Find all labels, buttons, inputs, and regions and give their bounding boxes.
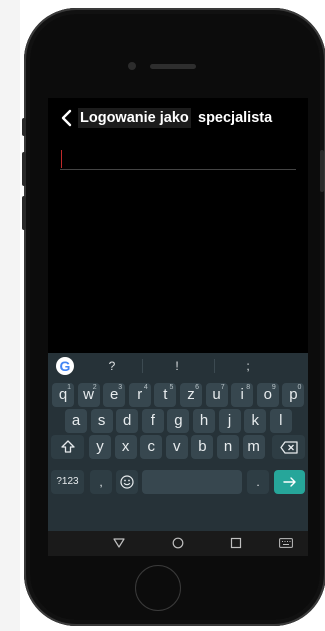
backspace-icon — [279, 441, 298, 454]
key-label: p — [289, 386, 298, 403]
shift-icon — [60, 440, 75, 453]
key-g[interactable]: g — [167, 409, 190, 433]
key-l[interactable]: l — [269, 409, 292, 433]
key-y[interactable]: y — [89, 435, 111, 459]
key-hint: 9 — [271, 384, 276, 391]
key-hint: 4 — [143, 384, 148, 391]
key-m[interactable]: m — [242, 435, 265, 459]
key-k[interactable]: k — [244, 409, 267, 433]
chevron-left-icon[interactable] — [60, 109, 74, 127]
suggestion-divider — [214, 359, 215, 373]
login-input-field[interactable] — [60, 169, 296, 170]
key-n[interactable]: n — [217, 435, 239, 459]
key-hint: 5 — [169, 384, 174, 391]
page-title-rest: specjalista — [198, 110, 273, 126]
key-label: u — [212, 386, 221, 403]
suggestion-item[interactable]: ? — [92, 357, 132, 375]
comma-key[interactable]: , — [90, 470, 112, 494]
text-cursor — [61, 150, 62, 168]
key-hint: 8 — [246, 384, 251, 391]
key-h[interactable]: h — [193, 409, 215, 433]
key-o[interactable]: o9 — [256, 383, 279, 407]
key-label: o — [263, 386, 272, 403]
key-x[interactable]: x — [114, 435, 137, 459]
key-r[interactable]: r4 — [128, 383, 151, 407]
suggestion-item[interactable]: ; — [228, 357, 268, 375]
suggestion-bar: G ? ! ; — [48, 353, 308, 379]
nav-back-triangle-icon[interactable] — [111, 535, 127, 551]
soft-keyboard: G ? ! ; ?123 , . q 1 w 2 e 3 r 4 t 5 z 6… — [48, 353, 308, 556]
key-hint: 6 — [195, 384, 199, 391]
emoji-key[interactable] — [116, 470, 138, 494]
key-t[interactable]: t5 — [154, 383, 177, 407]
keyboard-switch-icon[interactable] — [278, 535, 294, 551]
phone-power-button — [320, 150, 324, 192]
phone-mute-switch — [22, 118, 26, 136]
enter-key[interactable] — [274, 470, 305, 494]
suggestion-divider — [142, 359, 143, 373]
key-c[interactable]: c — [140, 435, 163, 459]
key-j[interactable]: j — [218, 409, 241, 433]
suggestion-item[interactable]: ! — [157, 357, 197, 375]
key-d[interactable]: d — [116, 409, 139, 433]
front-camera — [128, 62, 136, 70]
page-left-strip — [0, 0, 20, 631]
earpiece-speaker — [150, 64, 196, 69]
key-hint: 2 — [92, 384, 97, 391]
key-s[interactable]: s — [90, 409, 113, 433]
key-hint: 3 — [118, 384, 123, 391]
key-hint: 1 — [67, 384, 71, 391]
key-label: e — [110, 386, 119, 403]
key-p[interactable]: p0 — [282, 383, 305, 407]
enter-arrow-icon — [282, 477, 296, 487]
google-icon[interactable]: G — [56, 357, 74, 375]
key-u[interactable]: u7 — [205, 383, 228, 407]
key-b[interactable]: b — [191, 435, 214, 459]
key-z[interactable]: z6 — [180, 383, 202, 407]
key-label: t — [163, 386, 168, 403]
phone-volume-down — [22, 196, 26, 230]
phone-volume-up — [22, 152, 26, 186]
key-e[interactable]: e3 — [103, 383, 126, 407]
home-button[interactable] — [135, 565, 181, 611]
symbols-key[interactable]: ?123 — [51, 470, 84, 494]
backspace-key[interactable] — [272, 435, 305, 459]
key-w[interactable]: w2 — [77, 383, 100, 407]
key-hint: 0 — [297, 384, 302, 391]
key-label: q — [58, 386, 68, 403]
key-q[interactable]: q1 — [52, 383, 74, 407]
key-label: z — [187, 386, 195, 403]
phone-screen: Logowanie jako specjalista G ? ! ; ? 123 … — [48, 98, 308, 556]
emoji-icon — [120, 475, 134, 489]
nav-home-circle-icon[interactable] — [170, 535, 186, 551]
key-a[interactable]: a — [65, 409, 87, 433]
shift-key[interactable] — [51, 435, 84, 459]
page-title: Logowanie jako — [78, 108, 191, 128]
key-label: r — [137, 386, 143, 403]
key-hint: 7 — [220, 384, 225, 391]
space-key[interactable] — [142, 470, 242, 494]
key-i[interactable]: i8 — [231, 383, 254, 407]
period-key[interactable]: . — [247, 470, 269, 494]
key-f[interactable]: f — [141, 409, 164, 433]
key-v[interactable]: v — [165, 435, 188, 459]
nav-recents-square-icon[interactable] — [228, 535, 244, 551]
key-label: i — [240, 386, 244, 403]
app-header: Logowanie jako specjalista — [48, 98, 308, 142]
system-navigation-bar — [48, 531, 308, 556]
